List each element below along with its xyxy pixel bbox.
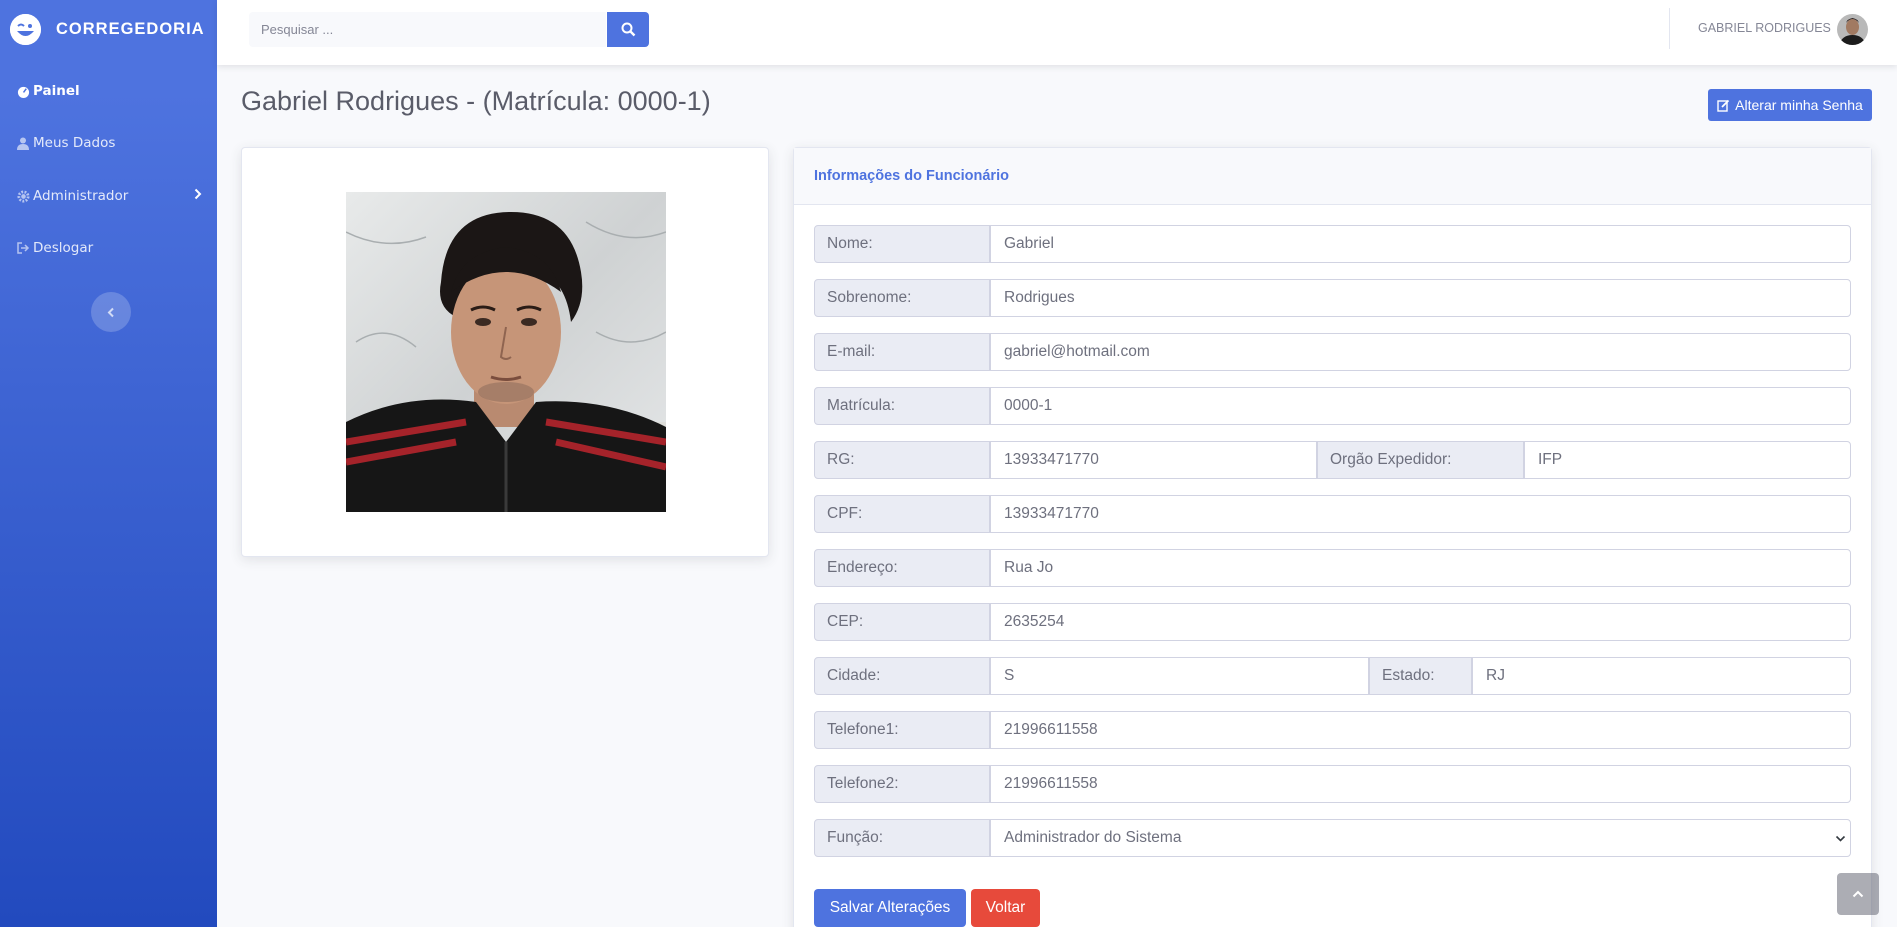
sidebar-item-label: Painel [33, 83, 80, 99]
field-label: Estado: [1369, 657, 1472, 695]
chevron-right-icon [194, 188, 202, 204]
topbar-divider [1669, 8, 1670, 49]
sidebar-item-deslogar[interactable]: Deslogar [0, 235, 217, 261]
field-endereco: Endereço: Rua Jo [814, 549, 1851, 587]
field-label: Sobrenome: [814, 279, 990, 317]
chevron-left-icon [107, 307, 114, 317]
rg-input[interactable]: 13933471770 [990, 441, 1317, 479]
scroll-to-top-button[interactable] [1837, 873, 1879, 915]
field-label: Orgão Expedidor: [1317, 441, 1524, 479]
laugh-wink-icon [10, 13, 41, 45]
tachometer-icon [16, 84, 30, 98]
user-name[interactable]: GABRIEL RODRIGUES [1698, 21, 1831, 35]
field-label: Função: [814, 819, 990, 857]
save-button[interactable]: Salvar Alterações [814, 889, 966, 927]
field-label: CPF: [814, 495, 990, 533]
sidebar-item-administrador[interactable]: Administrador [0, 183, 217, 209]
field-sobrenome: Sobrenome: Rodrigues [814, 279, 1851, 317]
field-label: Cidade: [814, 657, 990, 695]
search-input[interactable] [249, 12, 606, 47]
user-icon [16, 136, 30, 150]
field-telefone2: Telefone2: 21996611558 [814, 765, 1851, 803]
cidade-input[interactable]: S [990, 657, 1369, 695]
field-label: E-mail: [814, 333, 990, 371]
field-label: Telefone1: [814, 711, 990, 749]
field-rg: RG: 13933471770 Orgão Expedidor: IFP [814, 441, 1851, 479]
sidebar-item-label: Deslogar [33, 240, 94, 256]
sidebar: CORREGEDORIA Painel Meus Dados Administr… [0, 0, 217, 927]
change-password-button[interactable]: Alterar minha Senha [1708, 89, 1872, 121]
field-cep: CEP: 2635254 [814, 603, 1851, 641]
chevron-up-icon [1852, 890, 1864, 898]
estado-input[interactable]: RJ [1472, 657, 1851, 695]
telefone2-input[interactable]: 21996611558 [990, 765, 1851, 803]
field-cidade-estado: Cidade: S Estado: RJ [814, 657, 1851, 695]
search-button[interactable] [607, 12, 649, 47]
matricula-input[interactable]: 0000-1 [990, 387, 1851, 425]
search-form [249, 12, 606, 47]
field-matricula: Matrícula: 0000-1 [814, 387, 1851, 425]
orgao-expedidor-input[interactable]: IFP [1524, 441, 1851, 479]
field-email: E-mail: gabriel@hotmail.com [814, 333, 1851, 371]
card-title: Informações do Funcionário [814, 168, 1009, 184]
nome-input[interactable]: Gabriel [990, 225, 1851, 263]
sidebar-toggle-button[interactable] [91, 292, 131, 332]
employee-photo [345, 192, 667, 512]
back-button[interactable]: Voltar [971, 889, 1040, 927]
field-label: Telefone2: [814, 765, 990, 803]
photo-card [241, 147, 769, 557]
field-telefone1: Telefone1: 21996611558 [814, 711, 1851, 749]
funcao-select[interactable]: Administrador do Sistema [990, 819, 1851, 857]
chevron-down-icon [1835, 832, 1846, 850]
field-cpf: CPF: 13933471770 [814, 495, 1851, 533]
cep-input[interactable]: 2635254 [990, 603, 1851, 641]
sidebar-item-meus-dados[interactable]: Meus Dados [0, 130, 217, 156]
change-password-label: Alterar minha Senha [1735, 97, 1863, 113]
field-funcao: Função: Administrador do Sistema [814, 819, 1851, 857]
telefone1-input[interactable]: 21996611558 [990, 711, 1851, 749]
email-input[interactable]: gabriel@hotmail.com [990, 333, 1851, 371]
employee-info-card: Informações do Funcionário Nome: Gabriel… [793, 147, 1872, 927]
field-label: Endereço: [814, 549, 990, 587]
sidebar-item-label: Administrador [33, 188, 129, 204]
field-label: CEP: [814, 603, 990, 641]
brand-name: CORREGEDORIA [56, 19, 205, 38]
edit-icon [1717, 99, 1730, 112]
sidebar-item-painel[interactable]: Painel [0, 78, 217, 104]
endereco-input[interactable]: Rua Jo [990, 549, 1851, 587]
field-label: Nome: [814, 225, 990, 263]
field-nome: Nome: Gabriel [814, 225, 1851, 263]
avatar[interactable] [1837, 14, 1868, 45]
sobrenome-input[interactable]: Rodrigues [990, 279, 1851, 317]
cpf-input[interactable]: 13933471770 [990, 495, 1851, 533]
page-title: Gabriel Rodrigues - (Matrícula: 0000-1) [241, 86, 711, 116]
sign-out-icon [16, 241, 30, 255]
topbar: GABRIEL RODRIGUES [217, 0, 1897, 65]
field-label: RG: [814, 441, 990, 479]
brand[interactable]: CORREGEDORIA [0, 0, 217, 58]
funcao-selected-value: Administrador do Sistema [1004, 829, 1182, 846]
field-label: Matrícula: [814, 387, 990, 425]
gear-icon [16, 189, 30, 203]
search-icon [621, 22, 635, 37]
card-header: Informações do Funcionário [794, 148, 1871, 205]
sidebar-item-label: Meus Dados [33, 135, 116, 151]
